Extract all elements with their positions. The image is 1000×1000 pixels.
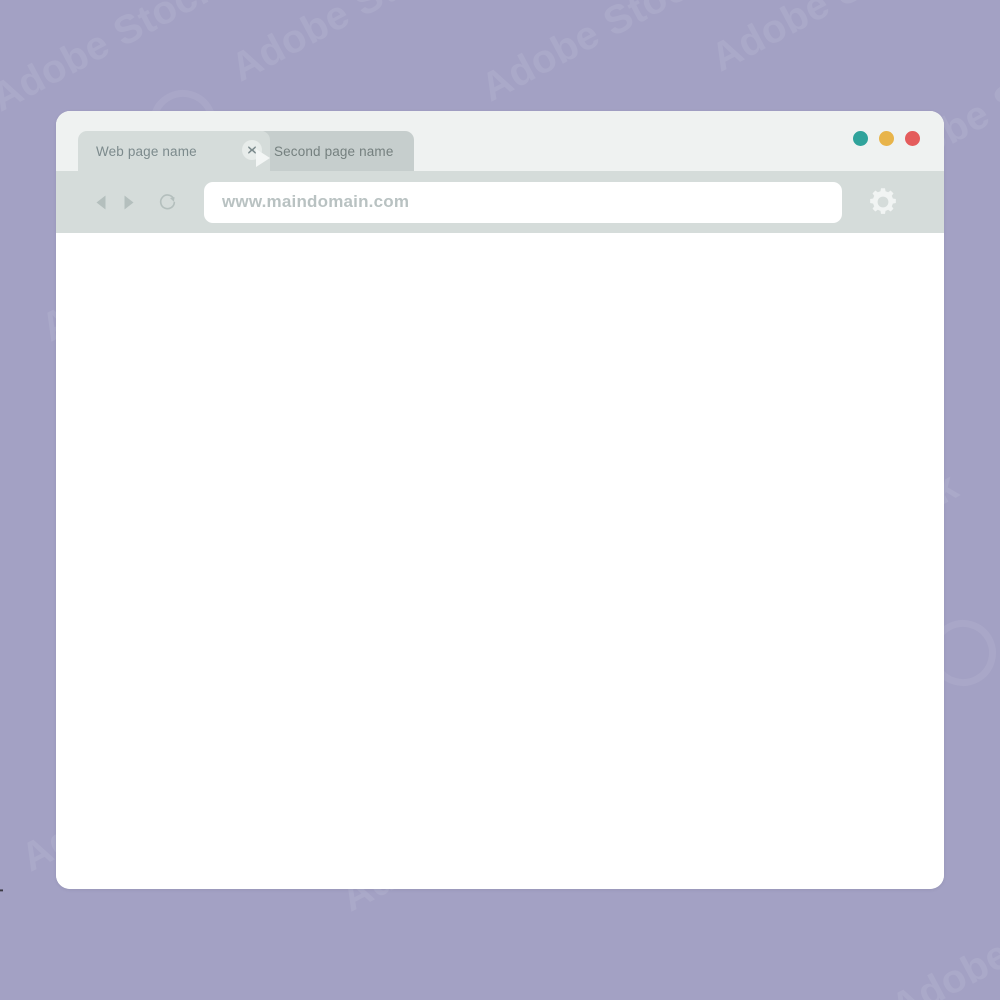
address-bar-value: www.maindomain.com [222,192,410,211]
tab-label: Web page name [96,143,197,159]
back-arrow-icon[interactable] [90,189,112,215]
gear-icon[interactable] [864,183,902,221]
tab-second-page-name[interactable]: Second page name [256,131,414,171]
watermark-text: Adobe Stock [704,0,946,81]
browser-toolbar: www.maindomain.com [56,171,944,233]
maximize-dot[interactable] [879,131,894,146]
stock-credit-label: Adobe Stock | #130375978 [0,797,4,992]
tab-strip: Web page name Second page name [78,127,414,171]
minimize-dot[interactable] [853,131,868,146]
address-bar[interactable]: www.maindomain.com [204,181,842,223]
watermark-text: Adobe Stock [0,0,226,121]
page-content-area [56,233,944,889]
tab-web-page-name[interactable]: Web page name [78,131,270,171]
browser-window: Web page name Second page name www.maind… [56,111,944,889]
navigation-buttons [90,189,178,215]
close-dot[interactable] [905,131,920,146]
forward-arrow-icon[interactable] [118,189,140,215]
tab-label: Second page name [274,143,394,159]
watermark-text: Adobe Stock [884,874,1000,1000]
watermark-text: Adobe Stock [474,0,716,111]
reload-icon[interactable] [156,189,178,215]
watermark-text: Adobe Stock [224,0,466,91]
tab-notch-arrow-icon [256,149,270,167]
window-controls [853,131,920,146]
browser-title-bar: Web page name Second page name [56,111,944,171]
